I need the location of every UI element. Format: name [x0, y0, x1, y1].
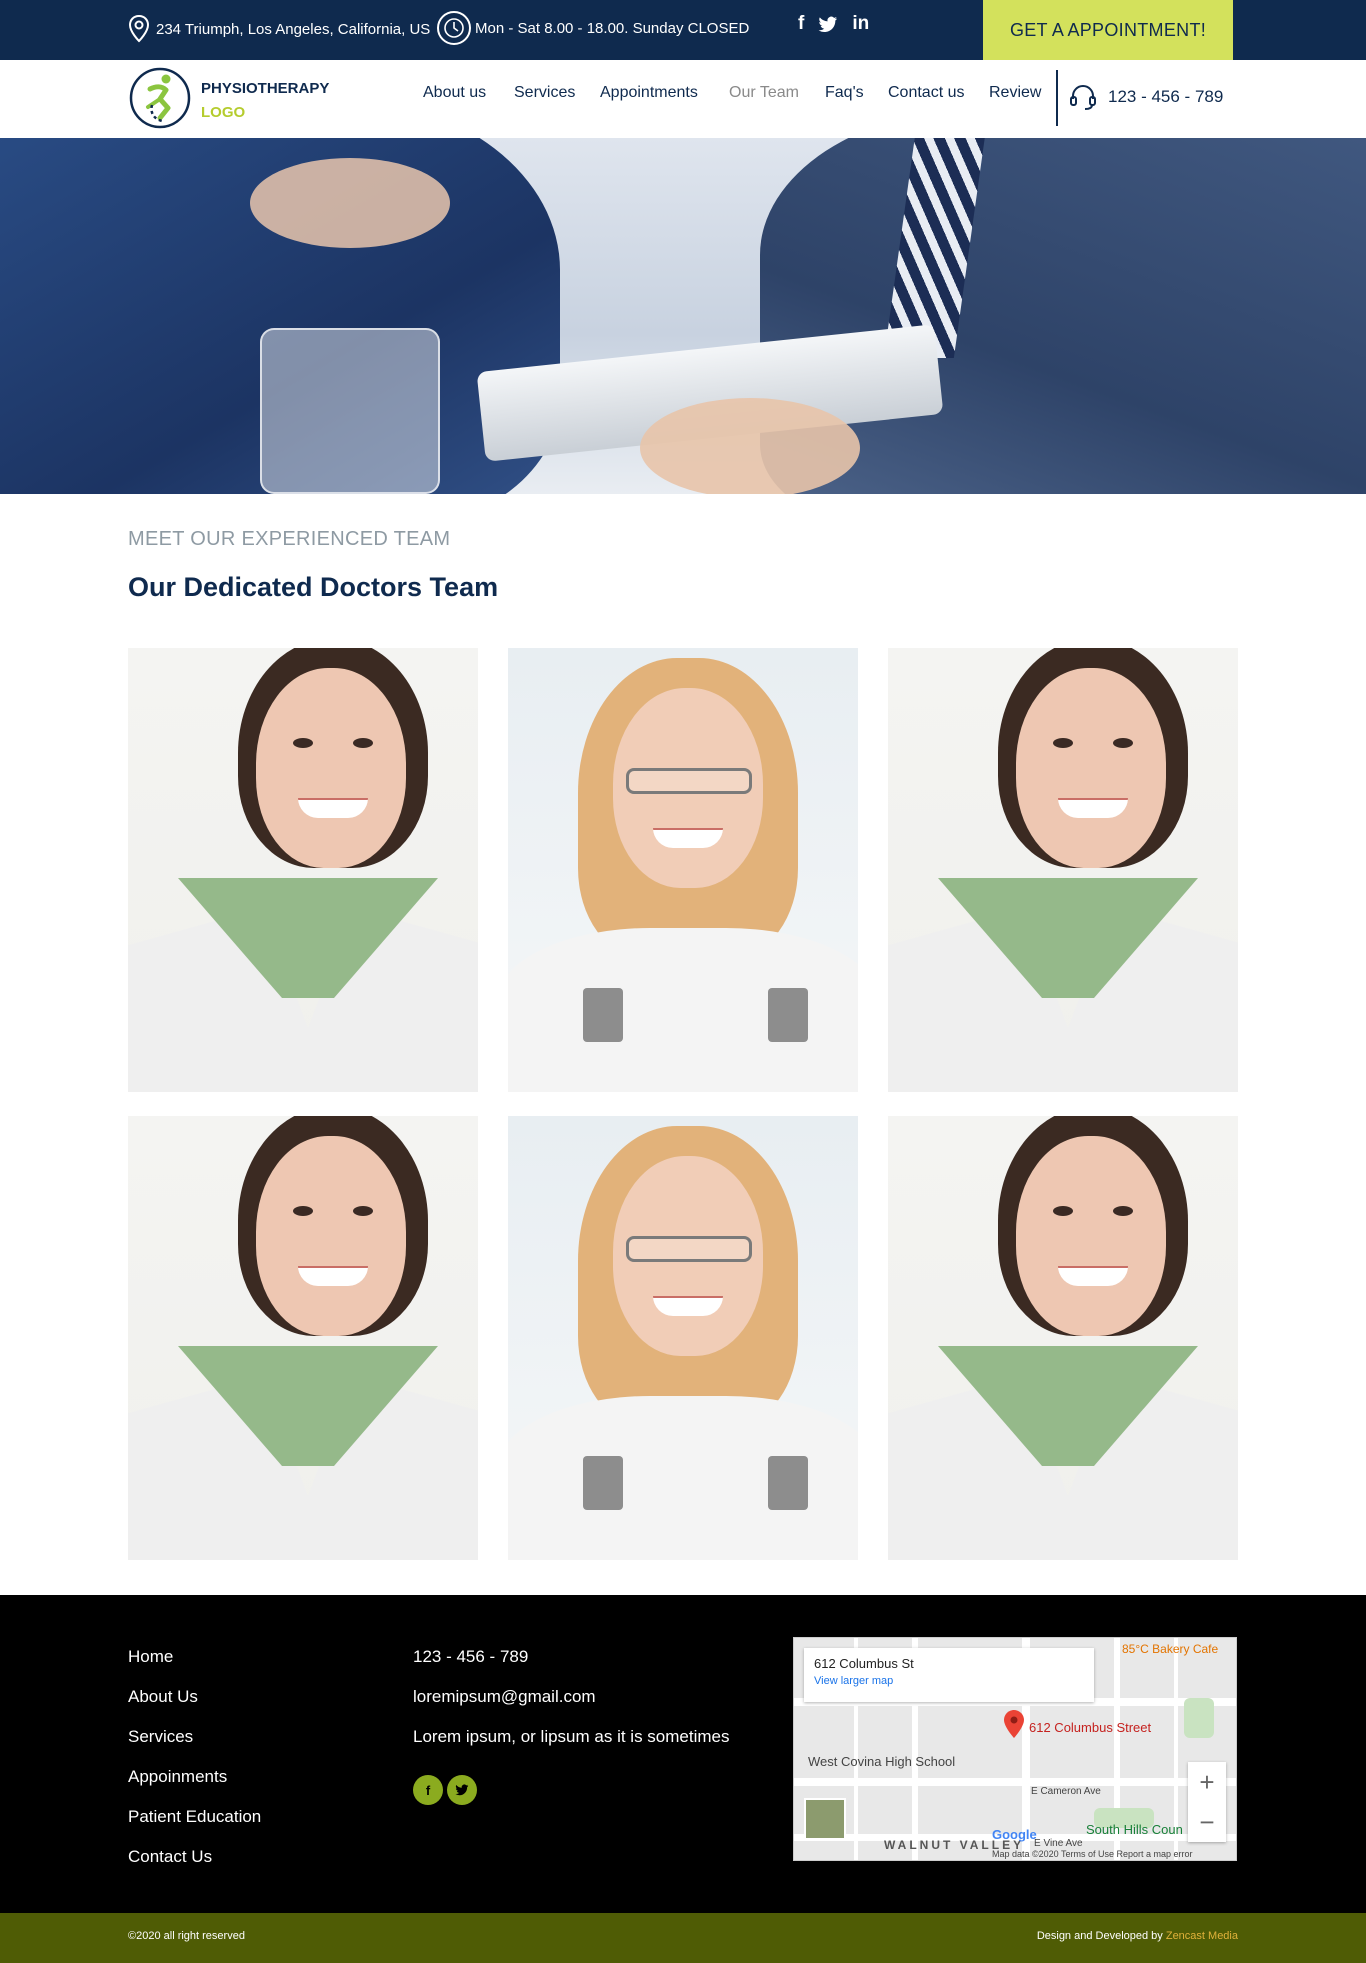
map-label-school: West Covina High School [808, 1754, 956, 1769]
address-text: 234 Triumph, Los Angeles, California, US [156, 20, 431, 38]
nav-divider [1056, 70, 1058, 126]
get-appointment-button[interactable]: GET A APPOINTMENT! [983, 0, 1233, 60]
nav-contact[interactable]: Contact us [888, 84, 964, 102]
zoom-out-icon[interactable]: − [1188, 1802, 1226, 1842]
hours-text: Mon - Sat 8.00 - 18.00. Sunday CLOSED [475, 19, 750, 37]
nav-services[interactable]: Services [514, 84, 575, 102]
location-map[interactable]: 85°C Bakery Cafe 612 Columbus St View la… [793, 1637, 1237, 1861]
google-logo: Google [992, 1827, 1037, 1842]
header-phone[interactable]: 123 - 456 - 789 [1068, 82, 1223, 112]
top-info-bar: 234 Triumph, Los Angeles, California, US… [0, 0, 1366, 60]
credit-brand-link[interactable]: Zencast Media [1166, 1930, 1238, 1942]
footer-link-patient-education[interactable]: Patient Education [128, 1807, 261, 1827]
map-attribution[interactable]: Map data ©2020 Terms of Use Report a map… [992, 1849, 1193, 1859]
credit-prefix: Design and Developed by [1036, 1930, 1166, 1942]
map-larger-link[interactable]: View larger map [814, 1675, 1084, 1687]
clock-icon [437, 11, 471, 45]
address-block: 234 Triumph, Los Angeles, California, US [128, 14, 430, 44]
footer-link-contact[interactable]: Contact Us [128, 1847, 212, 1867]
twitter-icon[interactable] [447, 1775, 477, 1805]
facebook-icon[interactable]: f [413, 1775, 443, 1805]
nav-our-team[interactable]: Our Team [729, 84, 799, 102]
team-member-card-4[interactable] [128, 1116, 478, 1560]
section-heading: Our Dedicated Doctors Team [128, 572, 499, 602]
team-member-card-2[interactable] [508, 648, 858, 1092]
footer-email[interactable]: loremipsum@gmail.com [413, 1687, 596, 1707]
footer-phone[interactable]: 123 - 456 - 789 [413, 1647, 528, 1667]
brand-name[interactable]: PHYSIOTHERAPY [201, 80, 329, 97]
credit-text: Design and Developed by Zencast Media [1037, 1930, 1238, 1942]
map-marker-icon[interactable] [1004, 1710, 1024, 1738]
team-member-card-6[interactable] [888, 1116, 1238, 1560]
section-eyebrow: MEET OUR EXPERIENCED TEAM [128, 528, 451, 550]
facebook-icon[interactable]: f [798, 13, 804, 35]
twitter-icon[interactable] [818, 16, 838, 33]
satellite-toggle[interactable] [804, 1798, 846, 1840]
team-member-card-1[interactable] [128, 648, 478, 1092]
hero-banner-image [0, 138, 1366, 494]
footer-tagline: Lorem ipsum, or lipsum as it is sometime… [413, 1727, 730, 1746]
nav-review[interactable]: Review [989, 84, 1041, 102]
copyright-text: ©2020 all right reserved [128, 1930, 245, 1942]
map-label-hills: South Hills Coun [1086, 1822, 1183, 1837]
location-pin-icon [128, 15, 150, 43]
footer-link-home[interactable]: Home [128, 1647, 173, 1667]
zoom-in-icon[interactable]: + [1188, 1762, 1226, 1802]
map-place-name: 612 Columbus St [814, 1656, 914, 1671]
map-marker-label: 612 Columbus Street [1029, 1720, 1152, 1735]
footer-link-appointments[interactable]: Appoinments [128, 1767, 227, 1787]
nav-faqs[interactable]: Faq's [825, 84, 864, 102]
top-social-links: f in [798, 12, 869, 36]
nav-appointments[interactable]: Appointments [600, 84, 698, 102]
linkedin-icon[interactable]: in [852, 13, 869, 35]
brand-subtitle[interactable]: LOGO [201, 104, 245, 121]
map-info-box: 612 Columbus St View larger map [804, 1648, 1094, 1702]
brand-logo-icon[interactable] [128, 65, 192, 131]
header-phone-number: 123 - 456 - 789 [1108, 87, 1224, 106]
footer-link-about[interactable]: About Us [128, 1687, 198, 1707]
map-label-vine: E Vine Ave [1034, 1838, 1083, 1849]
team-member-card-3[interactable] [888, 648, 1238, 1092]
hours-block: Mon - Sat 8.00 - 18.00. Sunday CLOSED [437, 10, 749, 46]
team-member-card-5[interactable] [508, 1116, 858, 1560]
footer-social-links: f [413, 1775, 477, 1805]
map-zoom-controls: + − [1188, 1762, 1226, 1842]
footer-link-services[interactable]: Services [128, 1727, 193, 1747]
map-label-cameron: E Cameron Ave [1031, 1786, 1101, 1797]
headset-icon [1070, 85, 1096, 110]
map-label-bakery: 85°C Bakery Cafe [1122, 1642, 1219, 1656]
nav-about[interactable]: About us [423, 84, 486, 102]
